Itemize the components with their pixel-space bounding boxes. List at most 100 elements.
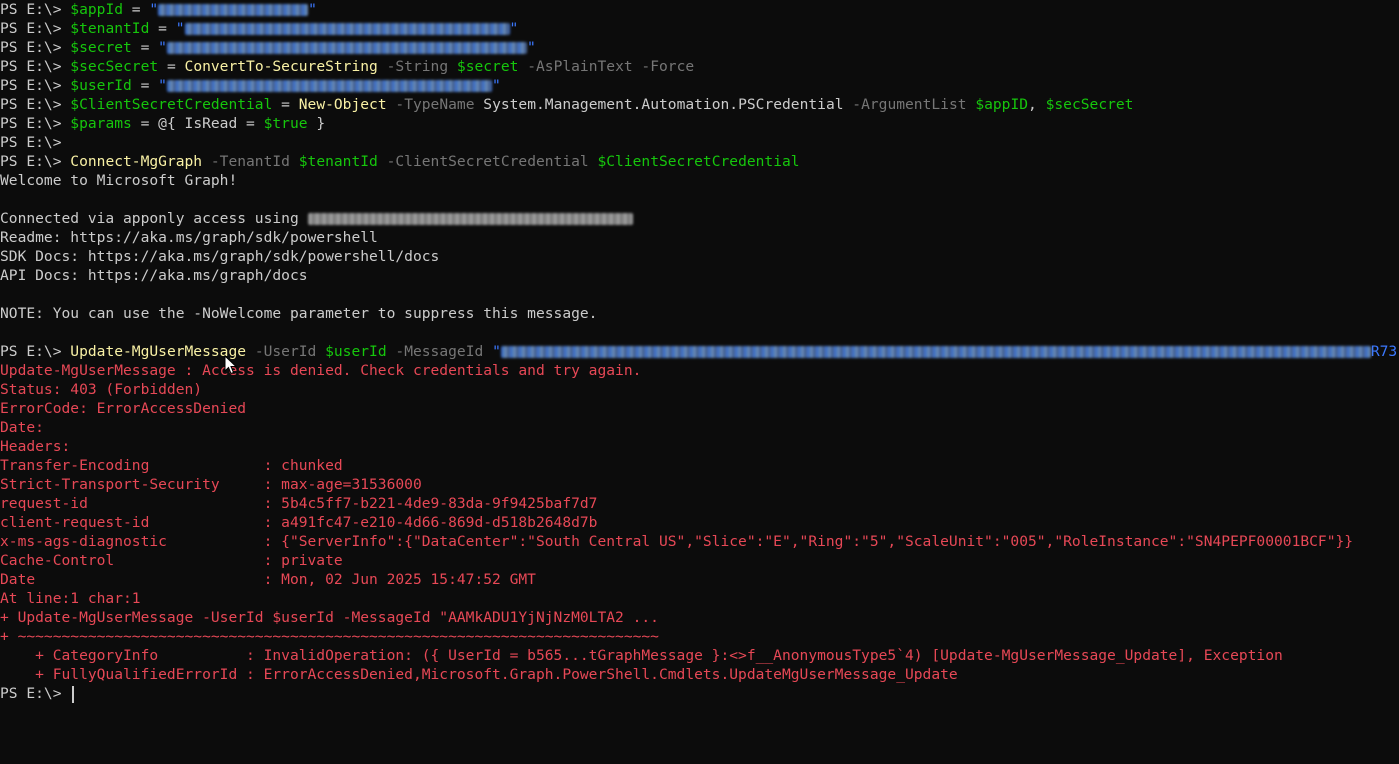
token-str: " [149,1,159,18]
token-ps: PS E:\> [0,343,71,360]
token-param: -TypeName [386,96,484,113]
terminal-line-cmd: PS E:\> [0,133,1399,152]
token-cmd: New-Object [298,96,387,113]
token-err: Date: [0,419,44,436]
terminal-line-err: + Update-MgUserMessage -UserId $userId -… [0,608,1399,627]
terminal-line-err: client-request-id : a491fc47-e210-4d66-8… [0,513,1399,532]
token-var: $true [263,115,308,132]
token-str: " [526,39,536,56]
token-err: request-id : 5b4c5ff7-b221-4de9-83da-9f9… [0,495,598,512]
terminal-line-err: + FullyQualifiedErrorId : ErrorAccessDen… [0,665,1399,684]
terminal-line-out: Connected via apponly access using [0,209,1399,228]
token-str: " [158,77,167,94]
token-err: Cache-Control : private [0,552,343,569]
token-ps: PS E:\> [0,1,71,18]
token-plain: API Docs: https://aka.ms/graph/docs [0,267,308,284]
mouse-pointer-icon [224,355,238,375]
token-err: + CategoryInfo : InvalidOperation: ({ Us… [0,647,1283,664]
terminal-line-err: request-id : 5b4c5ff7-b221-4de9-83da-9f9… [0,494,1399,513]
terminal-line-err: ErrorCode: ErrorAccessDenied [0,399,1399,418]
token-plain: , [1028,96,1046,113]
terminal-line-out: Welcome to Microsoft Graph! [0,171,1399,190]
redacted-value [307,213,633,225]
token-ps: PS E:\> [0,39,71,56]
token-ps: PS E:\> [0,58,71,75]
terminal-line-cmd: PS E:\> $userId = " " [0,76,1399,95]
terminal-line-cmd: PS E:\> $appId = " " [0,0,1399,19]
token-err: client-request-id : a491fc47-e210-4d66-8… [0,514,598,531]
token-str: " [509,20,519,37]
token-param: -AsPlainText -Force [518,58,695,75]
token-var: $tenantId [70,20,150,37]
terminal-line-err: + ~~~~~~~~~~~~~~~~~~~~~~~~~~~~~~~~~~~~~~… [0,627,1399,646]
token-err: + FullyQualifiedErrorId : ErrorAccessDen… [0,666,958,683]
terminal-line-prompt: PS E:\> [0,684,1399,703]
token-err: + ~~~~~~~~~~~~~~~~~~~~~~~~~~~~~~~~~~~~~~… [0,628,659,645]
token-cmd: Update-MgUserMessage [70,343,247,360]
token-plain: } [307,115,326,132]
terminal-line-err: Strict-Transport-Security : max-age=3153… [0,475,1399,494]
token-var: $ClientSecretCredential [597,153,800,170]
powershell-terminal[interactable]: PS E:\> $appId = " " PS E:\> $tenantId = "… [0,0,1399,764]
redacted-value [158,4,309,16]
redacted-value [166,80,492,92]
redacted-value [184,23,510,35]
terminal-line-err: Status: 403 (Forbidden) [0,380,1399,399]
token-cmd: ConvertTo-SecureString [184,58,378,75]
terminal-line-err: Update-MgUserMessage : Access is denied.… [0,361,1399,380]
token-param: -ClientSecretCredential [377,153,598,170]
token-ps: PS E:\> [0,134,62,151]
token-err: Update-MgUserMessage : Access is denied.… [0,362,642,379]
token-ps: PS E:\> [0,685,71,702]
terminal-line-err: Transfer-Encoding : chunked [0,456,1399,475]
redacted-value [166,42,527,54]
token-ps: PS E:\> [0,96,71,113]
terminal-line-cmd: PS E:\> Connect-MgGraph -TenantId $tenan… [0,152,1399,171]
token-param: -MessageId [386,343,493,360]
terminal-line-cmd: PS E:\> $secret = " " [0,38,1399,57]
token-param: -ArgumentList [843,96,976,113]
token-plain: Readme: https://aka.ms/graph/sdk/powersh… [0,229,378,246]
token-plain: System.Management.Automation.PSCredentia… [483,96,844,113]
terminal-line-cmd: PS E:\> $ClientSecretCredential = New-Ob… [0,95,1399,114]
token-var: $appId [70,1,124,18]
terminal-line-out: SDK Docs: https://aka.ms/graph/sdk/power… [0,247,1399,266]
token-ps: PS E:\> [0,77,71,94]
token-err: + Update-MgUserMessage -UserId $userId -… [0,609,659,626]
terminal-line-err: Date : Mon, 02 Jun 2025 15:47:52 GMT [0,570,1399,589]
token-str: R73 [1370,343,1398,360]
token-var: $secret [456,58,519,75]
token-var: $secret [70,39,132,56]
token-plain: = [149,20,176,37]
token-err: Strict-Transport-Security : max-age=3153… [0,476,422,493]
token-var: $params [70,115,132,132]
token-err: Headers: [0,438,71,455]
terminal-line-err: Cache-Control : private [0,551,1399,570]
token-err: ErrorCode: ErrorAccessDenied [0,400,247,417]
token-var: $secSecret [70,58,159,75]
token-plain: = @{ IsRead = [131,115,264,132]
terminal-line-out: API Docs: https://aka.ms/graph/docs [0,266,1399,285]
token-str: " [492,343,501,360]
token-err: x-ms-ags-diagnostic : {"ServerInfo":{"Da… [0,533,1354,550]
terminal-line-err: Headers: [0,437,1399,456]
terminal-line-err: At line:1 char:1 [0,589,1399,608]
text-cursor [72,685,75,703]
token-err: Date : Mon, 02 Jun 2025 15:47:52 GMT [0,571,536,588]
token-param: -String [377,58,457,75]
token-plain: = [158,58,185,75]
token-plain: = [131,39,159,56]
token-plain: SDK Docs: https://aka.ms/graph/sdk/power… [0,248,440,265]
token-plain: Welcome to Microsoft Graph! [0,172,238,189]
token-var: $userId [70,77,132,94]
token-plain: = [131,77,159,94]
redacted-value [500,346,1371,358]
token-err: At line:1 char:1 [0,590,141,607]
token-param: -TenantId [202,153,299,170]
token-param: -UserId [246,343,326,360]
terminal-line-err: + CategoryInfo : InvalidOperation: ({ Us… [0,646,1399,665]
token-str: " [158,39,167,56]
token-err: Transfer-Encoding : chunked [0,457,343,474]
